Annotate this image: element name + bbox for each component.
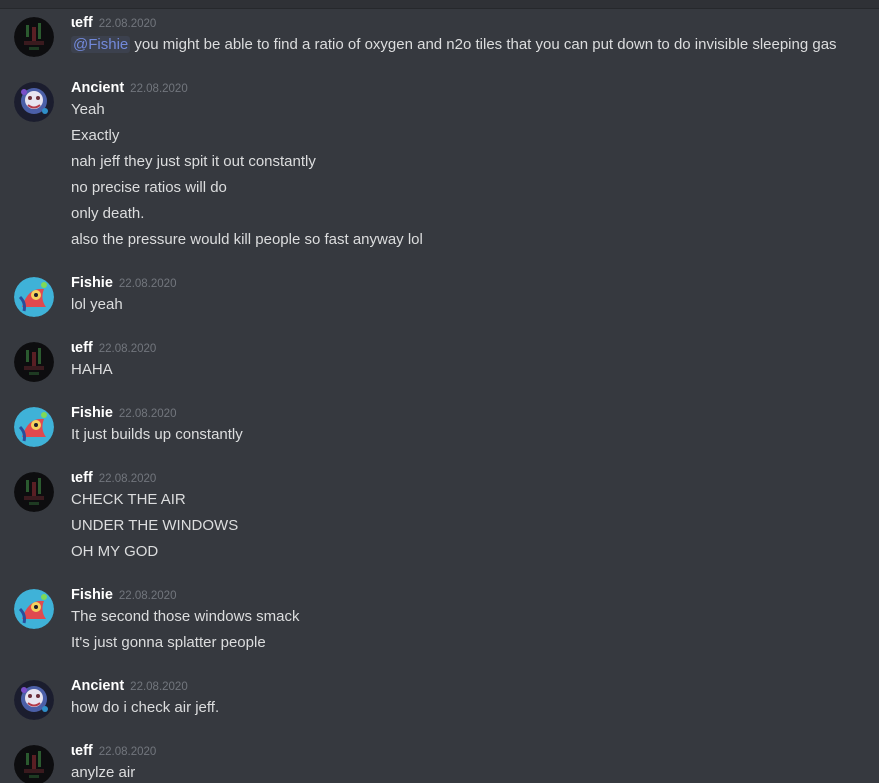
ancient-avatar-icon[interactable] <box>14 680 54 720</box>
username[interactable]: ɩeff <box>71 15 93 31</box>
timestamp: 22.08.2020 <box>118 408 177 420</box>
message-header: ɩeff 22.08.2020 <box>71 468 156 488</box>
username[interactable]: ɩeff <box>71 340 93 356</box>
message-text: anylze air <box>71 764 136 781</box>
fishie-avatar-icon[interactable] <box>14 407 54 447</box>
timestamp: 22.08.2020 <box>118 590 177 602</box>
jeff-avatar-icon[interactable] <box>14 17 54 57</box>
timestamp: 22.08.2020 <box>98 18 157 30</box>
fishie-avatar-icon[interactable] <box>14 277 54 317</box>
message-text: Exactly <box>71 127 120 144</box>
timestamp: 22.08.2020 <box>98 746 157 758</box>
username[interactable]: ɩeff <box>71 743 93 759</box>
message-text: how do i check air jeff. <box>71 699 220 716</box>
jeff-avatar-icon[interactable] <box>14 745 54 783</box>
message-text: UNDER THE WINDOWS <box>71 517 239 534</box>
message-header: Ancient 22.08.2020 <box>71 676 188 696</box>
top-divider <box>0 0 879 9</box>
message-text: It just builds up constantly <box>71 426 243 443</box>
message-text: The second those windows smack <box>71 608 300 625</box>
chat-messages-area: ɩeff 22.08.2020 @Fishie you might be able… <box>0 0 879 783</box>
message-header: Ancient 22.08.2020 <box>71 78 188 98</box>
timestamp: 22.08.2020 <box>98 343 157 355</box>
message-text: lol yeah <box>71 296 123 313</box>
message-content: @Fishie you might be able to find a rati… <box>71 35 837 55</box>
message-header: Fishie 22.08.2020 <box>71 585 176 605</box>
message-header: ɩeff 22.08.2020 <box>71 338 156 358</box>
user-mention[interactable]: @Fishie <box>71 36 131 53</box>
timestamp: 22.08.2020 <box>130 83 188 95</box>
message-text: no precise ratios will do <box>71 179 227 196</box>
message-text: you might be able to find a ratio of oxy… <box>134 36 837 53</box>
message-header: ɩeff 22.08.2020 <box>71 13 156 33</box>
username[interactable]: ɩeff <box>71 470 93 486</box>
timestamp: 22.08.2020 <box>130 681 188 693</box>
fishie-avatar-icon[interactable] <box>14 589 54 629</box>
message-text: nah jeff they just spit it out constantl… <box>71 153 316 170</box>
message-text: HAHA <box>71 361 113 378</box>
username[interactable]: Fishie <box>71 405 113 421</box>
ancient-avatar-icon[interactable] <box>14 82 54 122</box>
message-text: only death. <box>71 205 145 222</box>
jeff-avatar-icon[interactable] <box>14 472 54 512</box>
timestamp: 22.08.2020 <box>98 473 157 485</box>
username[interactable]: Ancient <box>71 678 124 694</box>
timestamp: 22.08.2020 <box>118 278 177 290</box>
message-text: OH MY GOD <box>71 543 159 560</box>
message-header: Fishie 22.08.2020 <box>71 273 176 293</box>
message-text: also the pressure would kill people so f… <box>71 231 423 248</box>
message-header: ɩeff 22.08.2020 <box>71 741 156 761</box>
message-text: Yeah <box>71 101 105 118</box>
message-header: Fishie 22.08.2020 <box>71 403 176 423</box>
username[interactable]: Ancient <box>71 80 124 96</box>
jeff-avatar-icon[interactable] <box>14 342 54 382</box>
username[interactable]: Fishie <box>71 275 113 291</box>
message-text: It's just gonna splatter people <box>71 634 266 651</box>
username[interactable]: Fishie <box>71 587 113 603</box>
message-text: CHECK THE AIR <box>71 491 186 508</box>
